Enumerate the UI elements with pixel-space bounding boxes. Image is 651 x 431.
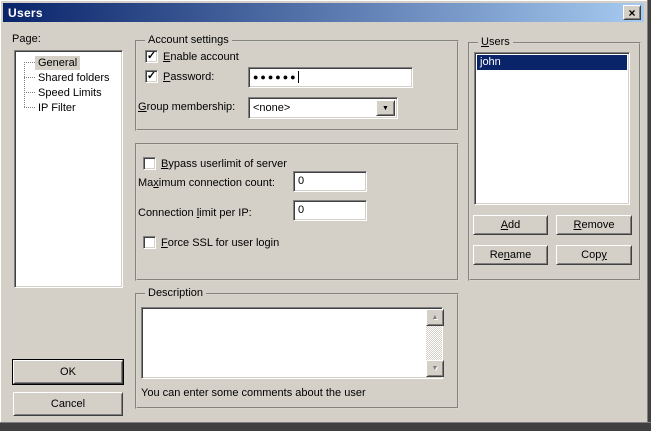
bypass-userlimit-label: Bypass userlimit of server: [161, 158, 287, 171]
description-hint: You can enter some comments about the us…: [141, 387, 366, 400]
max-connection-count-input[interactable]: 0: [293, 171, 367, 192]
tree-stub-icon: [24, 77, 35, 78]
account-settings-group-title: Account settings: [145, 34, 232, 46]
force-ssl-checkbox[interactable]: [143, 236, 156, 249]
tree-item-label: General: [35, 56, 80, 70]
page-tree[interactable]: General Shared folders Speed Limits IP F…: [14, 50, 123, 288]
ok-button[interactable]: OK: [13, 360, 123, 384]
ok-button-label: OK: [60, 366, 76, 378]
rename-user-button[interactable]: Rename: [473, 245, 548, 265]
window-right-edge: [647, 0, 651, 431]
tree-stub-icon: [24, 62, 35, 63]
remove-user-button[interactable]: Remove: [556, 215, 632, 235]
tree-item-shared-folders[interactable]: Shared folders: [24, 70, 119, 85]
tree-item-label: IP Filter: [35, 101, 79, 115]
password-masked-value: ●●●●●●: [253, 72, 298, 82]
page-list-label: Page:: [12, 33, 41, 46]
chevron-down-icon: ▼: [382, 105, 389, 112]
check-icon: ✓: [147, 71, 156, 82]
tree-item-speed-limits[interactable]: Speed Limits: [24, 85, 119, 100]
users-group-title: Users: [478, 36, 513, 48]
connection-limit-per-ip-label: Connection limit per IP:: [138, 207, 252, 220]
tree-item-label: Shared folders: [35, 71, 113, 85]
arrow-up-icon: ▲: [432, 314, 439, 321]
scroll-down-button[interactable]: ▼: [426, 360, 444, 377]
close-button[interactable]: ×: [623, 5, 641, 20]
users-listbox[interactable]: john: [474, 52, 630, 205]
scroll-up-button[interactable]: ▲: [426, 309, 444, 326]
remove-button-label: Remove: [574, 219, 615, 231]
group-membership-value: <none>: [253, 100, 290, 116]
description-scrollbar[interactable]: ▲ ▼: [426, 309, 442, 377]
dropdown-button[interactable]: ▼: [376, 100, 395, 116]
password-checkbox[interactable]: ✓: [145, 70, 158, 83]
text-cursor: [298, 71, 299, 83]
title-bar[interactable]: Users ×: [3, 3, 644, 22]
arrow-down-icon: ▼: [432, 365, 439, 372]
max-connection-count-label: Maximum connection count:: [138, 177, 275, 190]
window-bottom-edge: [0, 422, 651, 431]
connection-limit-per-ip-input[interactable]: 0: [293, 200, 367, 221]
tree-stub-icon: [24, 107, 35, 108]
users-dialog: { "window": {"title": "Users"}, "icons":…: [0, 0, 651, 431]
password-input[interactable]: ●●●●●●: [248, 67, 413, 88]
copy-user-button[interactable]: Copy: [556, 245, 632, 265]
group-membership-dropdown[interactable]: <none> ▼: [248, 97, 398, 119]
enable-account-label: Enable account: [163, 51, 239, 64]
rename-button-label: Rename: [490, 249, 532, 261]
tree-item-ip-filter[interactable]: IP Filter: [24, 100, 119, 115]
add-button-label: Add: [501, 219, 521, 231]
tree-item-general[interactable]: General: [24, 55, 119, 70]
tree-item-label: Speed Limits: [35, 86, 105, 100]
description-textarea[interactable]: [141, 307, 443, 379]
check-icon: ✓: [147, 51, 156, 62]
window-title: Users: [3, 6, 43, 20]
cancel-button[interactable]: Cancel: [13, 392, 123, 416]
page-tree-items: General Shared folders Speed Limits IP F…: [24, 55, 119, 284]
enable-account-checkbox[interactable]: ✓: [145, 50, 158, 63]
user-list-item[interactable]: john: [477, 55, 627, 70]
tree-stub-icon: [24, 92, 35, 93]
close-icon: ×: [628, 7, 635, 19]
description-group-title: Description: [145, 287, 206, 299]
bypass-userlimit-checkbox[interactable]: [143, 157, 156, 170]
password-label: Password:: [163, 71, 214, 84]
copy-button-label: Copy: [581, 249, 607, 261]
force-ssl-label: Force SSL for user login: [161, 237, 279, 250]
group-membership-label: Group membership:: [138, 101, 235, 114]
add-user-button[interactable]: Add: [473, 215, 548, 235]
cancel-button-label: Cancel: [51, 398, 85, 410]
